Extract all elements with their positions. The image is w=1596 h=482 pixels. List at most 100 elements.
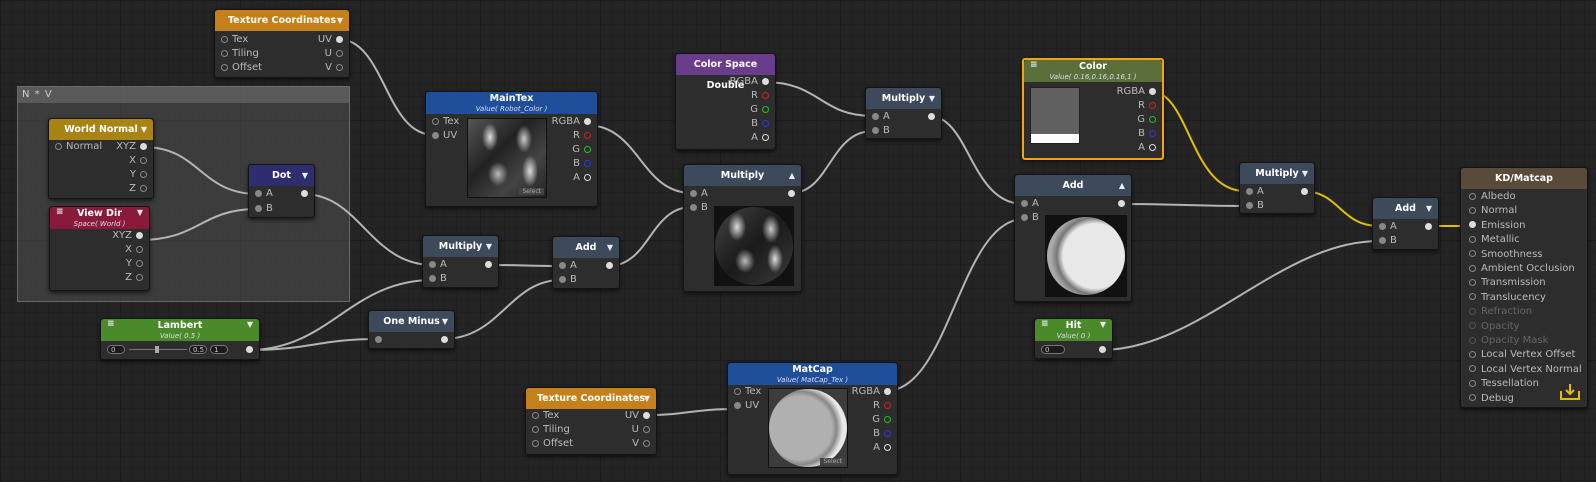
node-maintex[interactable]: MainTex Value( Robot_Color ) Tex UV Selec…: [425, 91, 598, 207]
chevron-down-icon[interactable]: ▼: [1302, 163, 1308, 184]
port-in-a[interactable]: A: [1246, 185, 1264, 199]
chevron-up-icon[interactable]: ▲: [1119, 175, 1125, 196]
port-in-b[interactable]: B: [1021, 211, 1039, 225]
port-out[interactable]: [924, 110, 935, 124]
port-out-a[interactable]: A: [873, 441, 891, 455]
port-in[interactable]: [375, 333, 386, 347]
chevron-down-icon[interactable]: ▼: [302, 165, 308, 186]
port-out[interactable]: [481, 258, 492, 272]
port-out[interactable]: [1421, 220, 1432, 234]
slider-handle[interactable]: [155, 346, 159, 353]
master-input-albedo[interactable]: Albedo: [1469, 190, 1516, 204]
chevron-down-icon[interactable]: ▼: [337, 10, 343, 31]
color-swatch[interactable]: [1030, 87, 1080, 144]
chevron-up-icon[interactable]: ▲: [789, 165, 795, 186]
node-add-1[interactable]: Add ▼ A B: [552, 236, 620, 289]
node-add-2[interactable]: Add ▲ A B: [1014, 174, 1132, 302]
chevron-down-icon[interactable]: ▼: [137, 207, 143, 218]
port-in-tex[interactable]: Tex: [221, 33, 248, 47]
master-input-transmission[interactable]: Transmission: [1469, 276, 1546, 290]
port-out-a[interactable]: A: [751, 131, 769, 145]
port-in-b[interactable]: B: [429, 272, 447, 286]
port-in-b[interactable]: B: [255, 202, 273, 216]
port-out-g[interactable]: G: [1137, 113, 1156, 127]
port-out-xyz[interactable]: XYZ: [116, 140, 147, 154]
chevron-down-icon[interactable]: ▼: [442, 311, 448, 332]
chevron-down-icon[interactable]: ▼: [247, 319, 253, 330]
value-field[interactable]: 0.5: [189, 345, 207, 354]
node-matcap[interactable]: MatCap Value( MatCap_Tex ) Tex UV Select …: [727, 362, 898, 475]
port-out[interactable]: [602, 259, 613, 273]
port-out-r[interactable]: R: [873, 399, 891, 413]
port-in-b[interactable]: B: [559, 273, 577, 287]
value-field[interactable]: 0: [1041, 345, 1065, 354]
node-add-3[interactable]: Add ▼ A B: [1372, 197, 1439, 250]
node-multiply-4[interactable]: Multiply ▼ A B: [1239, 162, 1315, 214]
port-out-b[interactable]: B: [751, 117, 769, 131]
node-one-minus[interactable]: One Minus ▼: [368, 310, 455, 349]
port-in-tex[interactable]: Tex: [532, 409, 559, 423]
port-in-tiling[interactable]: Tiling: [532, 423, 570, 437]
node-multiply-2[interactable]: Multiply ▲ A B: [683, 164, 802, 292]
port-out[interactable]: [784, 187, 795, 201]
port-out-g[interactable]: G: [872, 413, 891, 427]
node-view-dir[interactable]: ≡ View Dir Space( World ) ▼ XYZ X Y Z: [49, 206, 150, 291]
port-out[interactable]: [242, 343, 253, 357]
port-out-v[interactable]: V: [325, 61, 343, 75]
master-input-opacity-mask[interactable]: Opacity Mask: [1469, 334, 1548, 348]
port-out-a[interactable]: A: [573, 171, 591, 185]
menu-icon[interactable]: ≡: [56, 207, 64, 218]
master-input-ambient-occlusion[interactable]: Ambient Occlusion: [1469, 262, 1575, 276]
chevron-down-icon[interactable]: ▼: [607, 237, 613, 258]
master-input-translucency[interactable]: Translucency: [1469, 291, 1546, 305]
node-world-normal[interactable]: World Normal ▼ Normal XYZ X Y Z: [48, 118, 154, 199]
select-button[interactable]: Select: [820, 458, 845, 465]
port-in-b[interactable]: B: [872, 124, 890, 138]
port-in-uv[interactable]: UV: [432, 129, 457, 143]
port-out[interactable]: [1297, 185, 1308, 199]
node-multiply-3[interactable]: Multiply ▼ A B: [865, 87, 942, 139]
port-out-uv[interactable]: UV: [625, 409, 650, 423]
node-texture-coordinates-2[interactable]: Texture Coordinates ▼ Tex Tiling Offset U…: [525, 387, 657, 455]
port-out-y[interactable]: Y: [126, 257, 143, 271]
chevron-down-icon[interactable]: ▼: [141, 119, 147, 140]
master-input-tessellation[interactable]: Tessellation: [1469, 377, 1539, 391]
chevron-down-icon[interactable]: ▼: [1426, 198, 1432, 219]
port-out[interactable]: [1095, 343, 1106, 357]
port-out-x[interactable]: X: [129, 154, 147, 168]
port-out-x[interactable]: X: [125, 243, 143, 257]
chevron-down-icon[interactable]: ▼: [1100, 319, 1106, 330]
port-in-b[interactable]: B: [690, 201, 708, 215]
port-out[interactable]: [437, 333, 448, 347]
chevron-down-icon[interactable]: ▼: [929, 88, 935, 109]
port-out-b[interactable]: B: [1138, 127, 1156, 141]
node-master-kd-matcap[interactable]: KD/Matcap Albedo Normal Emission Metallic Sm…: [1460, 167, 1588, 408]
node-texture-coordinates-1[interactable]: Texture Coordinates ▼ Tex Tiling Offset U…: [214, 9, 350, 78]
select-button[interactable]: Select: [519, 188, 544, 195]
port-out[interactable]: [1114, 197, 1125, 211]
port-out-rgba[interactable]: RGBA: [1117, 85, 1156, 99]
port-out-rgba[interactable]: RGBA: [852, 385, 891, 399]
port-out-rgba[interactable]: RGBA: [552, 115, 591, 129]
node-color[interactable]: ≡ Color Value( 0.16,0.16,0.16,1 ) RGBA R G…: [1022, 58, 1164, 160]
min-field[interactable]: 0: [107, 345, 125, 354]
port-in-a[interactable]: A: [559, 259, 577, 273]
port-out-u[interactable]: U: [632, 423, 650, 437]
node-lambert[interactable]: ≡ Lambert Value( 0.5 ) ▼ 0 0.5 1: [100, 318, 260, 360]
port-in-a[interactable]: A: [872, 110, 890, 124]
port-out-xyz[interactable]: XYZ: [112, 229, 143, 243]
port-out-r[interactable]: R: [751, 89, 769, 103]
port-in-a[interactable]: A: [1021, 197, 1039, 211]
port-in-a[interactable]: A: [255, 187, 273, 201]
menu-icon[interactable]: ≡: [107, 319, 115, 330]
port-in-a[interactable]: A: [429, 258, 447, 272]
port-in-tex[interactable]: Tex: [432, 115, 459, 129]
port-out-b[interactable]: B: [573, 157, 591, 171]
port-in-uv[interactable]: UV: [734, 399, 759, 413]
master-input-emission[interactable]: Emission: [1469, 219, 1526, 233]
port-out-v[interactable]: V: [632, 437, 650, 451]
port-in-b[interactable]: B: [1379, 234, 1397, 248]
port-in-tiling[interactable]: Tiling: [221, 47, 259, 61]
port-in-tex[interactable]: Tex: [734, 385, 761, 399]
port-out-y[interactable]: Y: [130, 168, 147, 182]
